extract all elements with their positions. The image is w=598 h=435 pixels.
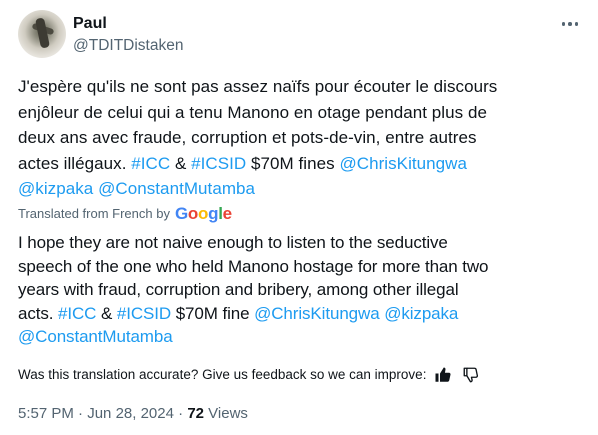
separator: · bbox=[173, 405, 188, 422]
mention-link[interactable]: @ConstantMutamba bbox=[98, 179, 255, 198]
translation-attribution: Translated from French by Google bbox=[18, 205, 232, 223]
mention-link[interactable]: @ChrisKitungwa bbox=[254, 304, 380, 323]
views-count: 72 bbox=[187, 405, 204, 422]
separator: · bbox=[73, 405, 88, 422]
translated-label: Translated from French by bbox=[18, 206, 170, 221]
hashtag-link[interactable]: #ICSID bbox=[191, 154, 246, 173]
author-handle[interactable]: @TDITDistaken bbox=[73, 36, 183, 56]
tweet-original-text: J'espère qu'ils ne sont pas assez naïfs … bbox=[18, 74, 578, 202]
ampersand: & bbox=[170, 153, 192, 173]
tweet-translated-text: I hope they are not naive enough to list… bbox=[18, 231, 578, 349]
mention-link[interactable]: @kizpaka bbox=[384, 304, 458, 323]
hashtag-link[interactable]: #ICSID bbox=[117, 304, 171, 323]
hashtag-link[interactable]: #ICC bbox=[131, 154, 170, 173]
more-options-icon[interactable] bbox=[558, 14, 582, 34]
thumbs-up-icon[interactable] bbox=[434, 366, 452, 384]
author-name[interactable]: Paul bbox=[73, 14, 107, 34]
views-label: Views bbox=[208, 405, 248, 422]
google-logo: Google bbox=[174, 204, 232, 223]
feedback-prompt: Was this translation accurate? Give us f… bbox=[18, 367, 427, 382]
fine-text: $70M fines bbox=[246, 153, 340, 173]
thumbs-down-icon[interactable] bbox=[462, 366, 480, 384]
mention-link[interactable]: @ConstantMutamba bbox=[18, 327, 173, 346]
ampersand: & bbox=[96, 303, 117, 323]
fine-text: $70M fine bbox=[171, 303, 255, 323]
mention-link[interactable]: @kizpaka bbox=[18, 179, 93, 198]
tweet-date[interactable]: Jun 28, 2024 bbox=[87, 405, 174, 422]
mention-link[interactable]: @ChrisKitungwa bbox=[339, 154, 467, 173]
tweet-meta: 5:57 PM · Jun 28, 2024 · 72 Views bbox=[18, 404, 248, 424]
tweet-time[interactable]: 5:57 PM bbox=[18, 405, 74, 422]
translation-feedback: Was this translation accurate? Give us f… bbox=[18, 366, 480, 384]
hashtag-link[interactable]: #ICC bbox=[58, 304, 96, 323]
avatar[interactable] bbox=[18, 10, 66, 58]
